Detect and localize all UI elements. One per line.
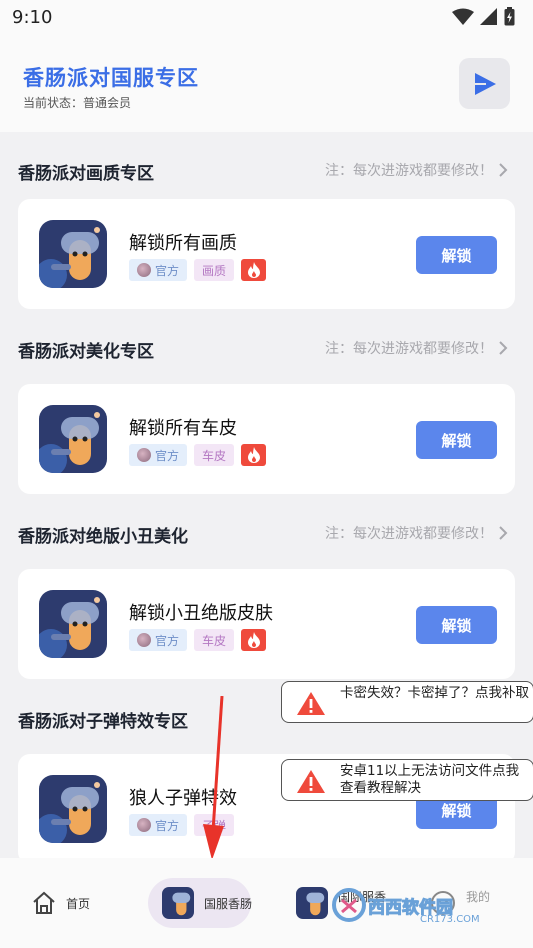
game-icon <box>162 887 194 919</box>
watermark-logo-icon <box>332 888 366 922</box>
card-title: 解锁小丑绝版皮肤 <box>129 603 273 624</box>
hot-badge <box>241 259 267 281</box>
warning-icon <box>297 770 325 793</box>
section-title: 香肠派对美化专区 <box>18 342 154 362</box>
section-note-text: 注：每次进游戏都要修改！ <box>325 163 493 179</box>
fire-icon <box>247 447 260 463</box>
battery-icon <box>504 7 515 26</box>
section-note-text: 注：每次进游戏都要修改！ <box>325 526 493 542</box>
watermark-subtext: CR173.COM <box>420 914 480 925</box>
nav-label: 首页 <box>66 896 91 911</box>
warning-icon <box>297 692 325 715</box>
feature-card: 解锁所有画质 官方 画质 解锁 <box>18 199 515 309</box>
section-header: 香肠派对美化专区 注：每次进游戏都要修改！ <box>18 335 508 362</box>
tag-official: 官方 <box>129 629 188 651</box>
chevron-right-icon <box>499 526 508 540</box>
tag-list: 官方 车皮 <box>129 629 267 651</box>
tag-official-label: 官方 <box>155 448 180 463</box>
arrow-annotation-icon <box>203 696 224 860</box>
section-note[interactable]: 注：每次进游戏都要修改！ <box>325 523 508 543</box>
tag-category: 画质 <box>194 259 235 281</box>
nav-item-cn-server[interactable]: 国服香肠 <box>162 858 252 948</box>
toast-android-help[interactable]: 安卓11以上无法访问文件点我查看教程解决 <box>281 759 533 801</box>
tag-list: 官方 车皮 <box>129 444 267 466</box>
official-avatar-icon <box>137 263 151 277</box>
toast-text: 卡密失效？卡密掉了？点我补取 <box>340 685 529 701</box>
tag-official: 官方 <box>129 814 188 836</box>
tag-official-label: 官方 <box>155 818 180 833</box>
nav-label: 我的 <box>466 889 491 904</box>
section-header: 香肠派对绝版小丑美化 注：每次进游戏都要修改！ <box>18 520 508 547</box>
chevron-right-icon <box>499 163 508 177</box>
card-title: 解锁所有车皮 <box>129 418 237 439</box>
membership-status: 当前状态：普通会员 <box>23 96 132 110</box>
watermark-logo: 西西软件园 CR173.COM <box>332 888 480 925</box>
fire-icon <box>247 262 260 278</box>
tag-category: 车皮 <box>194 629 235 651</box>
unlock-button[interactable]: 解锁 <box>416 236 497 274</box>
tag-official-label: 官方 <box>155 263 180 278</box>
fire-icon <box>247 632 260 648</box>
section-note-text: 注：每次进游戏都要修改！ <box>325 341 493 357</box>
game-icon <box>296 887 328 919</box>
game-icon <box>39 220 107 288</box>
nav-label: 国服香肠 <box>204 896 253 911</box>
tag-official-label: 官方 <box>155 633 180 648</box>
nav-item-home[interactable]: 首页 <box>32 858 90 948</box>
tag-category: 车皮 <box>194 444 235 466</box>
play-icon <box>474 72 496 95</box>
signal-icon <box>480 7 497 25</box>
section-title: 香肠派对画质专区 <box>18 164 154 184</box>
wifi-icon <box>452 8 474 25</box>
section-title: 香肠派对子弹特效专区 <box>18 712 188 732</box>
unlock-button[interactable]: 解锁 <box>416 606 497 644</box>
official-avatar-icon <box>137 448 151 462</box>
official-avatar-icon <box>137 633 151 647</box>
play-button[interactable] <box>459 58 510 109</box>
home-icon <box>33 891 55 914</box>
unlock-button[interactable]: 解锁 <box>416 421 497 459</box>
toast-card-key[interactable]: 卡密失效？卡密掉了？点我补取 <box>281 681 533 723</box>
game-icon <box>39 590 107 658</box>
status-icons <box>452 7 515 26</box>
bottom-navigation: 首页 国服香肠 国际服香 我的 <box>0 858 533 948</box>
game-icon <box>39 405 107 473</box>
status-bar: 9:10 <box>0 0 533 36</box>
tag-official: 官方 <box>129 444 188 466</box>
section-note[interactable]: 注：每次进游戏都要修改！ <box>325 160 508 180</box>
status-time: 9:10 <box>12 7 53 28</box>
app-header: 香肠派对国服专区 当前状态：普通会员 <box>0 36 533 132</box>
page-title: 香肠派对国服专区 <box>23 66 199 90</box>
section-header: 香肠派对画质专区 注：每次进游戏都要修改！ <box>18 157 508 184</box>
game-icon <box>39 775 107 843</box>
hot-badge <box>241 444 267 466</box>
section-title: 香肠派对绝版小丑美化 <box>18 527 188 547</box>
feature-card: 解锁小丑绝版皮肤 官方 车皮 解锁 <box>18 569 515 679</box>
chevron-right-icon <box>499 341 508 355</box>
feature-card: 解锁所有车皮 官方 车皮 解锁 <box>18 384 515 494</box>
card-title: 解锁所有画质 <box>129 233 237 254</box>
official-avatar-icon <box>137 818 151 832</box>
hot-badge <box>241 629 267 651</box>
tag-list: 官方 画质 <box>129 259 267 281</box>
toast-text: 安卓11以上无法访问文件点我查看教程解决 <box>340 763 520 796</box>
tag-official: 官方 <box>129 259 188 281</box>
section-note[interactable]: 注：每次进游戏都要修改！ <box>325 338 508 358</box>
